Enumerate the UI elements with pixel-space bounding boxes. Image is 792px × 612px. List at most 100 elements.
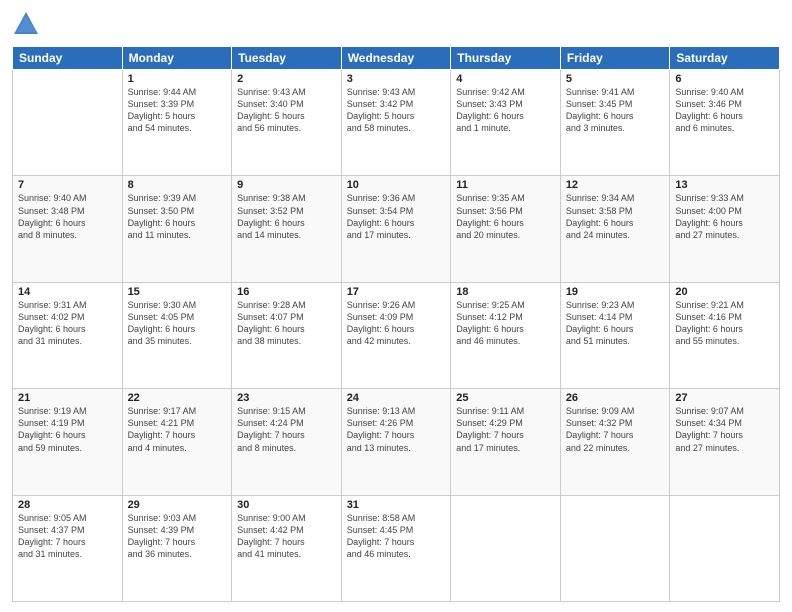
cell-day-number: 5 bbox=[566, 73, 665, 85]
calendar-cell: 14Sunrise: 9:31 AM Sunset: 4:02 PM Dayli… bbox=[13, 282, 123, 388]
header-day-sunday: Sunday bbox=[13, 47, 123, 70]
cell-sun-info: Sunrise: 9:21 AM Sunset: 4:16 PM Dayligh… bbox=[675, 299, 774, 348]
calendar-week-row: 7Sunrise: 9:40 AM Sunset: 3:48 PM Daylig… bbox=[13, 176, 780, 282]
cell-day-number: 23 bbox=[237, 392, 336, 404]
cell-day-number: 15 bbox=[128, 286, 227, 298]
calendar-cell: 3Sunrise: 9:43 AM Sunset: 3:42 PM Daylig… bbox=[341, 70, 451, 176]
cell-day-number: 16 bbox=[237, 286, 336, 298]
calendar-cell bbox=[13, 70, 123, 176]
page: SundayMondayTuesdayWednesdayThursdayFrid… bbox=[0, 0, 792, 612]
cell-sun-info: Sunrise: 9:19 AM Sunset: 4:19 PM Dayligh… bbox=[18, 405, 117, 454]
calendar-cell: 22Sunrise: 9:17 AM Sunset: 4:21 PM Dayli… bbox=[122, 389, 232, 495]
calendar-cell: 9Sunrise: 9:38 AM Sunset: 3:52 PM Daylig… bbox=[232, 176, 342, 282]
header-day-wednesday: Wednesday bbox=[341, 47, 451, 70]
header bbox=[12, 10, 780, 38]
calendar-cell bbox=[560, 495, 670, 601]
calendar-table: SundayMondayTuesdayWednesdayThursdayFrid… bbox=[12, 46, 780, 602]
calendar-cell: 13Sunrise: 9:33 AM Sunset: 4:00 PM Dayli… bbox=[670, 176, 780, 282]
cell-day-number: 14 bbox=[18, 286, 117, 298]
calendar-cell: 21Sunrise: 9:19 AM Sunset: 4:19 PM Dayli… bbox=[13, 389, 123, 495]
calendar-cell: 23Sunrise: 9:15 AM Sunset: 4:24 PM Dayli… bbox=[232, 389, 342, 495]
cell-day-number: 31 bbox=[347, 499, 446, 511]
calendar-week-row: 21Sunrise: 9:19 AM Sunset: 4:19 PM Dayli… bbox=[13, 389, 780, 495]
cell-day-number: 4 bbox=[456, 73, 555, 85]
calendar-cell: 17Sunrise: 9:26 AM Sunset: 4:09 PM Dayli… bbox=[341, 282, 451, 388]
calendar-cell: 27Sunrise: 9:07 AM Sunset: 4:34 PM Dayli… bbox=[670, 389, 780, 495]
cell-day-number: 25 bbox=[456, 392, 555, 404]
calendar-header-row: SundayMondayTuesdayWednesdayThursdayFrid… bbox=[13, 47, 780, 70]
cell-day-number: 12 bbox=[566, 179, 665, 191]
calendar-cell: 10Sunrise: 9:36 AM Sunset: 3:54 PM Dayli… bbox=[341, 176, 451, 282]
cell-sun-info: Sunrise: 9:34 AM Sunset: 3:58 PM Dayligh… bbox=[566, 192, 665, 241]
calendar-cell bbox=[670, 495, 780, 601]
cell-day-number: 7 bbox=[18, 179, 117, 191]
cell-day-number: 24 bbox=[347, 392, 446, 404]
calendar-cell: 16Sunrise: 9:28 AM Sunset: 4:07 PM Dayli… bbox=[232, 282, 342, 388]
cell-sun-info: Sunrise: 9:44 AM Sunset: 3:39 PM Dayligh… bbox=[128, 86, 227, 135]
cell-sun-info: Sunrise: 9:17 AM Sunset: 4:21 PM Dayligh… bbox=[128, 405, 227, 454]
cell-sun-info: Sunrise: 9:09 AM Sunset: 4:32 PM Dayligh… bbox=[566, 405, 665, 454]
header-day-friday: Friday bbox=[560, 47, 670, 70]
cell-sun-info: Sunrise: 9:31 AM Sunset: 4:02 PM Dayligh… bbox=[18, 299, 117, 348]
cell-day-number: 2 bbox=[237, 73, 336, 85]
cell-day-number: 22 bbox=[128, 392, 227, 404]
cell-sun-info: Sunrise: 9:38 AM Sunset: 3:52 PM Dayligh… bbox=[237, 192, 336, 241]
cell-sun-info: Sunrise: 9:35 AM Sunset: 3:56 PM Dayligh… bbox=[456, 192, 555, 241]
calendar-cell: 25Sunrise: 9:11 AM Sunset: 4:29 PM Dayli… bbox=[451, 389, 561, 495]
cell-sun-info: Sunrise: 9:03 AM Sunset: 4:39 PM Dayligh… bbox=[128, 512, 227, 561]
cell-sun-info: Sunrise: 9:36 AM Sunset: 3:54 PM Dayligh… bbox=[347, 192, 446, 241]
cell-sun-info: Sunrise: 9:39 AM Sunset: 3:50 PM Dayligh… bbox=[128, 192, 227, 241]
calendar-cell: 1Sunrise: 9:44 AM Sunset: 3:39 PM Daylig… bbox=[122, 70, 232, 176]
cell-day-number: 13 bbox=[675, 179, 774, 191]
cell-sun-info: Sunrise: 9:13 AM Sunset: 4:26 PM Dayligh… bbox=[347, 405, 446, 454]
calendar-cell: 18Sunrise: 9:25 AM Sunset: 4:12 PM Dayli… bbox=[451, 282, 561, 388]
calendar-cell: 5Sunrise: 9:41 AM Sunset: 3:45 PM Daylig… bbox=[560, 70, 670, 176]
cell-sun-info: Sunrise: 9:42 AM Sunset: 3:43 PM Dayligh… bbox=[456, 86, 555, 135]
cell-day-number: 29 bbox=[128, 499, 227, 511]
calendar-cell: 4Sunrise: 9:42 AM Sunset: 3:43 PM Daylig… bbox=[451, 70, 561, 176]
cell-day-number: 6 bbox=[675, 73, 774, 85]
cell-day-number: 8 bbox=[128, 179, 227, 191]
calendar-cell: 11Sunrise: 9:35 AM Sunset: 3:56 PM Dayli… bbox=[451, 176, 561, 282]
cell-sun-info: Sunrise: 9:43 AM Sunset: 3:40 PM Dayligh… bbox=[237, 86, 336, 135]
calendar-cell: 15Sunrise: 9:30 AM Sunset: 4:05 PM Dayli… bbox=[122, 282, 232, 388]
cell-day-number: 3 bbox=[347, 73, 446, 85]
cell-day-number: 17 bbox=[347, 286, 446, 298]
cell-sun-info: Sunrise: 9:41 AM Sunset: 3:45 PM Dayligh… bbox=[566, 86, 665, 135]
calendar-cell: 31Sunrise: 8:58 AM Sunset: 4:45 PM Dayli… bbox=[341, 495, 451, 601]
cell-sun-info: Sunrise: 9:26 AM Sunset: 4:09 PM Dayligh… bbox=[347, 299, 446, 348]
calendar-cell: 29Sunrise: 9:03 AM Sunset: 4:39 PM Dayli… bbox=[122, 495, 232, 601]
calendar-cell: 2Sunrise: 9:43 AM Sunset: 3:40 PM Daylig… bbox=[232, 70, 342, 176]
calendar-cell: 7Sunrise: 9:40 AM Sunset: 3:48 PM Daylig… bbox=[13, 176, 123, 282]
cell-sun-info: Sunrise: 8:58 AM Sunset: 4:45 PM Dayligh… bbox=[347, 512, 446, 561]
calendar-cell: 30Sunrise: 9:00 AM Sunset: 4:42 PM Dayli… bbox=[232, 495, 342, 601]
calendar-week-row: 1Sunrise: 9:44 AM Sunset: 3:39 PM Daylig… bbox=[13, 70, 780, 176]
calendar-cell: 6Sunrise: 9:40 AM Sunset: 3:46 PM Daylig… bbox=[670, 70, 780, 176]
calendar-cell: 19Sunrise: 9:23 AM Sunset: 4:14 PM Dayli… bbox=[560, 282, 670, 388]
cell-sun-info: Sunrise: 9:11 AM Sunset: 4:29 PM Dayligh… bbox=[456, 405, 555, 454]
cell-day-number: 19 bbox=[566, 286, 665, 298]
cell-day-number: 1 bbox=[128, 73, 227, 85]
cell-sun-info: Sunrise: 9:15 AM Sunset: 4:24 PM Dayligh… bbox=[237, 405, 336, 454]
cell-day-number: 9 bbox=[237, 179, 336, 191]
cell-day-number: 10 bbox=[347, 179, 446, 191]
calendar-cell: 28Sunrise: 9:05 AM Sunset: 4:37 PM Dayli… bbox=[13, 495, 123, 601]
cell-sun-info: Sunrise: 9:05 AM Sunset: 4:37 PM Dayligh… bbox=[18, 512, 117, 561]
cell-sun-info: Sunrise: 9:30 AM Sunset: 4:05 PM Dayligh… bbox=[128, 299, 227, 348]
cell-day-number: 28 bbox=[18, 499, 117, 511]
calendar-cell: 26Sunrise: 9:09 AM Sunset: 4:32 PM Dayli… bbox=[560, 389, 670, 495]
cell-day-number: 21 bbox=[18, 392, 117, 404]
cell-sun-info: Sunrise: 9:07 AM Sunset: 4:34 PM Dayligh… bbox=[675, 405, 774, 454]
cell-sun-info: Sunrise: 9:28 AM Sunset: 4:07 PM Dayligh… bbox=[237, 299, 336, 348]
calendar-week-row: 28Sunrise: 9:05 AM Sunset: 4:37 PM Dayli… bbox=[13, 495, 780, 601]
cell-day-number: 20 bbox=[675, 286, 774, 298]
cell-sun-info: Sunrise: 9:40 AM Sunset: 3:48 PM Dayligh… bbox=[18, 192, 117, 241]
logo bbox=[12, 10, 44, 38]
calendar-cell: 24Sunrise: 9:13 AM Sunset: 4:26 PM Dayli… bbox=[341, 389, 451, 495]
cell-day-number: 26 bbox=[566, 392, 665, 404]
cell-sun-info: Sunrise: 9:43 AM Sunset: 3:42 PM Dayligh… bbox=[347, 86, 446, 135]
cell-day-number: 27 bbox=[675, 392, 774, 404]
header-day-monday: Monday bbox=[122, 47, 232, 70]
logo-icon bbox=[12, 10, 40, 38]
calendar-cell: 12Sunrise: 9:34 AM Sunset: 3:58 PM Dayli… bbox=[560, 176, 670, 282]
